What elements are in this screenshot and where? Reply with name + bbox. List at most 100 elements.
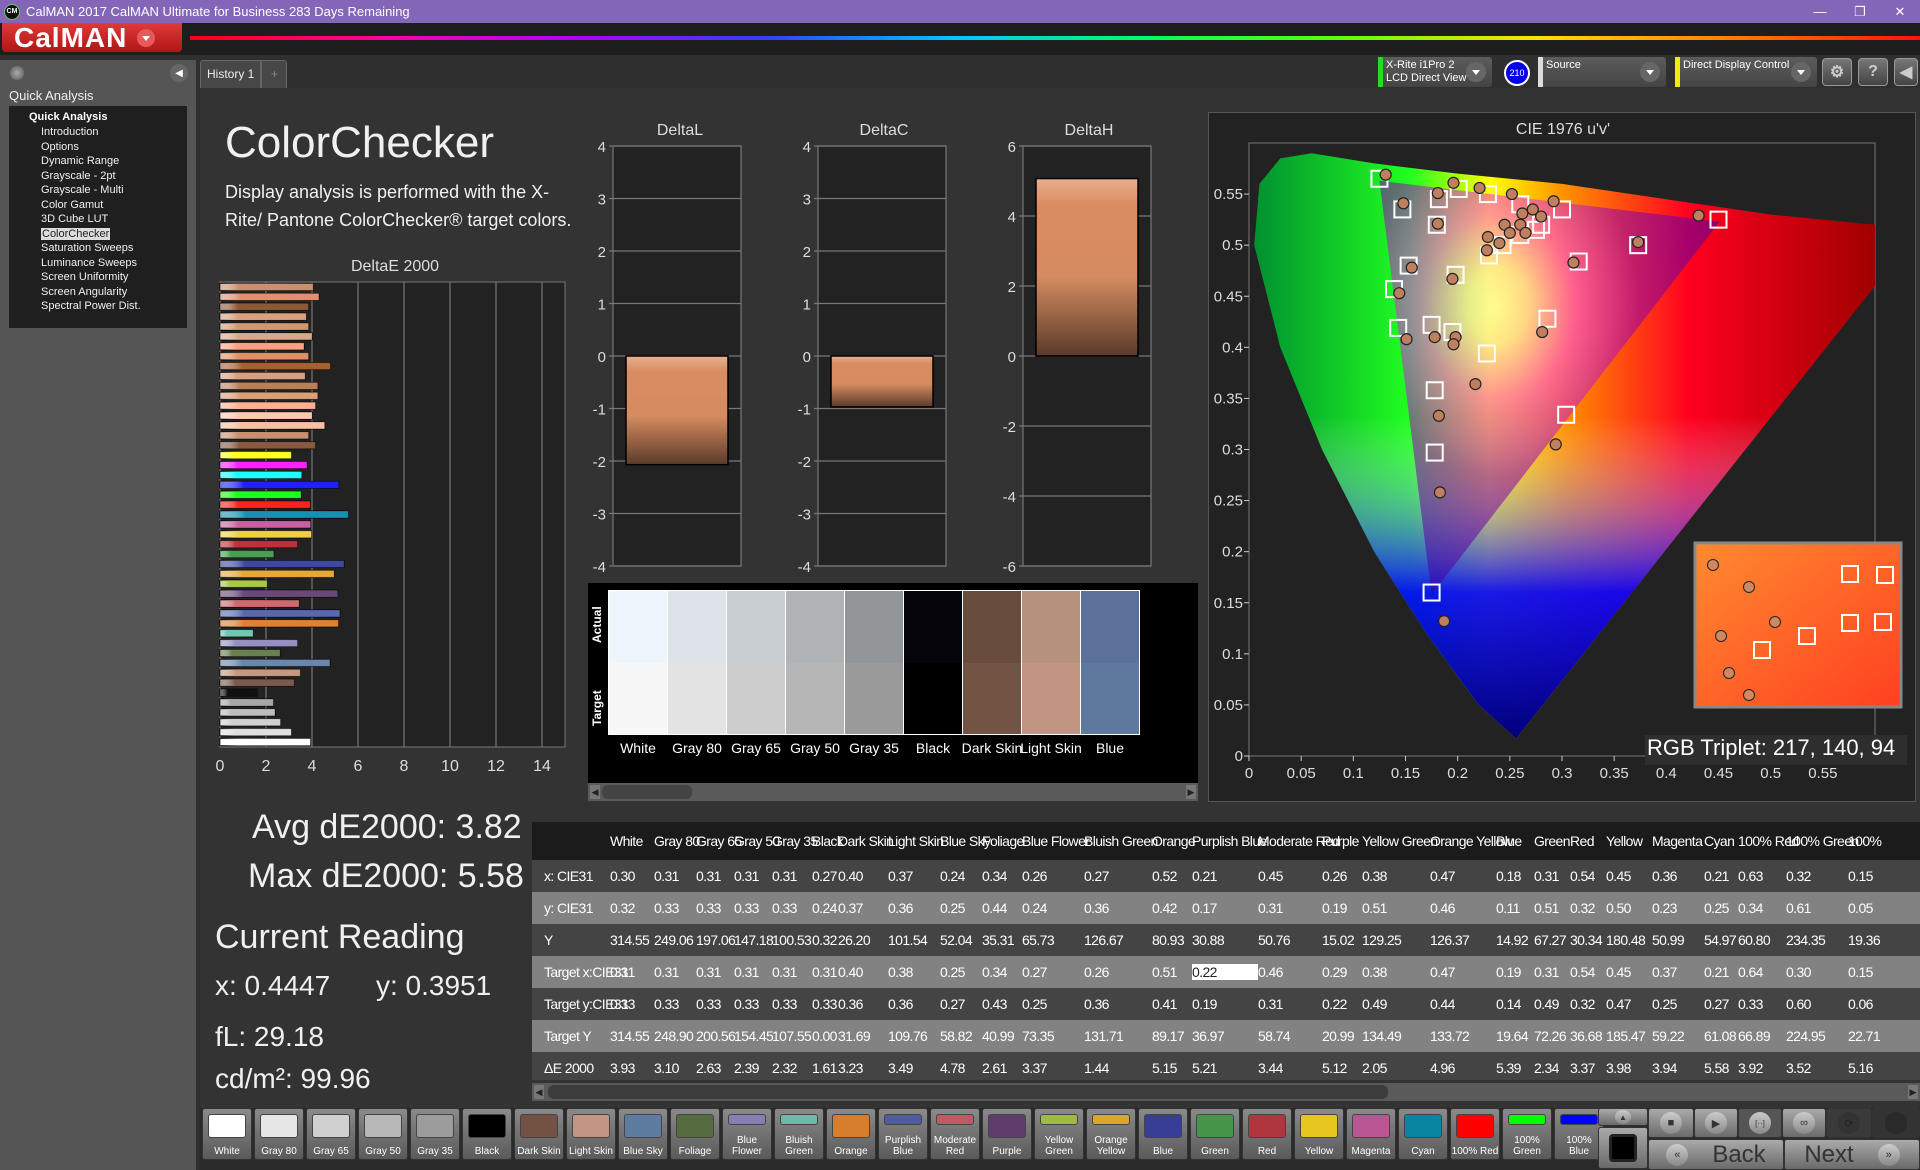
table-cell[interactable]: 0.30 [1786, 964, 1848, 980]
column-header[interactable]: Gray 80 [654, 833, 700, 849]
table-cell[interactable]: 0.36 [888, 900, 940, 916]
meter-selector[interactable]: X-Rite i1Pro 2 LCD Direct View [1378, 57, 1492, 87]
table-cell[interactable]: 19.36 [1848, 932, 1881, 948]
column-header[interactable]: Purplish Blue [1192, 833, 1267, 849]
table-cell[interactable]: 0.37 [1652, 964, 1704, 980]
table-cell[interactable]: 0.31 [1534, 868, 1570, 884]
column-header[interactable]: Moderate Red [1258, 833, 1340, 849]
table-cell[interactable]: 154.45 [734, 1028, 774, 1044]
table-cell[interactable]: 248.90 [654, 1028, 696, 1044]
table-cell[interactable]: 89.17 [1152, 1028, 1192, 1044]
chevron-down-icon[interactable] [1791, 62, 1811, 82]
patch-chip[interactable]: Dark Skin [514, 1108, 564, 1160]
table-cell[interactable]: 134.49 [1362, 1028, 1430, 1044]
table-cell[interactable]: 0.38 [888, 964, 940, 980]
table-cell[interactable]: 3.52 [1786, 1060, 1848, 1076]
table-cell[interactable]: 65.73 [1022, 932, 1084, 948]
add-tab-button[interactable]: + [261, 60, 288, 88]
table-cell[interactable]: 0.36 [1084, 996, 1152, 1012]
table-cell[interactable]: 0.52 [1152, 868, 1192, 884]
table-cell[interactable]: 0.25 [1652, 996, 1704, 1012]
column-header[interactable]: Blue Flower [1022, 833, 1090, 849]
table-cell[interactable]: 0.33 [772, 900, 812, 916]
table-cell[interactable]: 0.51 [1362, 900, 1430, 916]
sidebar-item[interactable]: Luminance Sweeps [9, 257, 187, 272]
table-cell[interactable]: 2.05 [1362, 1060, 1430, 1076]
sidebar-item[interactable]: 3D Cube LUT [9, 213, 187, 228]
column-header[interactable]: Bluish Green [1084, 833, 1158, 849]
chevron-down-icon[interactable] [1466, 62, 1486, 82]
refresh-button[interactable]: ⟳ [1826, 1108, 1872, 1138]
table-cell[interactable]: 0.25 [1704, 900, 1738, 916]
table-cell[interactable]: 2.32 [772, 1060, 812, 1076]
table-cell[interactable]: 0.25 [1022, 996, 1084, 1012]
table-cell[interactable]: 0.32 [1570, 996, 1606, 1012]
column-header[interactable]: Magenta [1652, 833, 1704, 849]
swatch-pair[interactable] [962, 590, 1022, 735]
patch-chip[interactable]: Yellow Green [1034, 1108, 1084, 1160]
table-cell[interactable]: 0.24 [1022, 900, 1084, 916]
table-cell[interactable]: 2.63 [696, 1060, 734, 1076]
table-cell[interactable]: 0.41 [1152, 996, 1192, 1012]
table-cell[interactable]: 2.61 [982, 1060, 1022, 1076]
table-cell[interactable]: 0.31 [734, 868, 772, 884]
table-cell[interactable]: 59.22 [1652, 1028, 1704, 1044]
table-cell[interactable]: 0.33 [654, 996, 696, 1012]
table-cell[interactable]: 0.27 [1022, 964, 1084, 980]
patch-chip[interactable]: 100% Blue [1554, 1108, 1604, 1160]
table-cell[interactable]: 3.37 [1570, 1060, 1606, 1076]
scroll-right-icon[interactable]: ▶ [1908, 1085, 1918, 1099]
table-cell[interactable]: 0.44 [1430, 996, 1496, 1012]
scroll-left-icon[interactable]: ◀ [590, 785, 600, 799]
column-header[interactable]: 100% [1848, 833, 1882, 849]
table-cell[interactable]: 0.00 [812, 1028, 838, 1044]
patch-chip[interactable]: Orange Yellow [1086, 1108, 1136, 1160]
table-cell[interactable]: 0.31 [812, 964, 838, 980]
settings-gear-icon[interactable]: ⚙ [1822, 58, 1852, 86]
column-header[interactable]: Gray 35 [772, 833, 818, 849]
table-cell[interactable]: 20.99 [1322, 1028, 1362, 1044]
column-header[interactable]: Cyan [1704, 833, 1738, 849]
table-cell[interactable]: 0.54 [1570, 868, 1606, 884]
table-cell[interactable]: 0.33 [772, 996, 812, 1012]
swatch-scrollbar[interactable]: ◀ ▶ [588, 783, 1198, 801]
table-cell[interactable]: 0.24 [812, 900, 838, 916]
table-cell[interactable]: 0.36 [1652, 868, 1704, 884]
table-cell[interactable]: 0.33 [734, 900, 772, 916]
column-header[interactable]: Blue Sky [940, 833, 991, 849]
swatch-pair[interactable] [726, 590, 786, 735]
swatch-pair[interactable] [785, 590, 845, 735]
column-header[interactable]: 100% Green [1786, 833, 1859, 849]
table-cell[interactable]: 0.37 [838, 900, 888, 916]
table-cell[interactable]: 0.11 [1496, 900, 1534, 916]
table-cell[interactable]: 0.25 [940, 900, 982, 916]
table-cell[interactable]: 0.15 [1848, 868, 1878, 884]
table-cell[interactable]: 0.17 [1192, 900, 1258, 916]
sidebar-item[interactable]: Dynamic Range [9, 155, 187, 170]
table-cell[interactable]: 0.60 [1786, 996, 1848, 1012]
table-cell[interactable]: 0.27 [1704, 996, 1738, 1012]
table-cell[interactable]: 0.34 [982, 868, 1022, 884]
table-cell[interactable]: 314.55 [610, 932, 654, 948]
table-cell[interactable]: 0.06 [1848, 996, 1878, 1012]
table-cell[interactable]: 80.93 [1152, 932, 1192, 948]
sidebar-item[interactable]: Options [9, 141, 187, 156]
table-cell[interactable]: 0.36 [1084, 900, 1152, 916]
table-cell[interactable]: 0.24 [940, 868, 982, 884]
table-cell[interactable]: 0.31 [610, 964, 654, 980]
patch-chip[interactable]: 100% Red [1450, 1108, 1500, 1160]
table-cell[interactable]: 66.89 [1738, 1028, 1786, 1044]
table-cell[interactable]: 50.76 [1258, 932, 1322, 948]
tab-history-1[interactable]: History 1 [200, 60, 262, 88]
table-cell[interactable]: 5.21 [1192, 1060, 1258, 1076]
chevron-down-icon[interactable] [1640, 62, 1660, 82]
table-cell[interactable]: 0.45 [1606, 868, 1652, 884]
patch-chip[interactable]: Gray 80 [254, 1108, 304, 1160]
table-cell[interactable]: 0.14 [1496, 996, 1534, 1012]
table-cell[interactable]: 0.42 [1152, 900, 1192, 916]
table-cell[interactable]: 14.92 [1496, 932, 1534, 948]
table-cell[interactable]: 58.74 [1258, 1028, 1322, 1044]
table-cell[interactable]: 26.20 [838, 932, 888, 948]
table-cell[interactable]: 0.31 [696, 964, 734, 980]
table-cell[interactable]: 15.02 [1322, 932, 1362, 948]
